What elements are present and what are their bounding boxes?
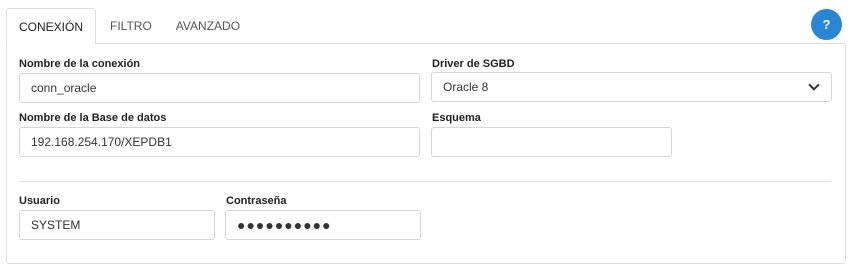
database-name-label: Nombre de la Base de datos [19, 112, 167, 124]
tab-filtro[interactable]: FILTRO [98, 8, 164, 44]
user-input[interactable]: SYSTEM [19, 210, 215, 240]
schema-label: Esquema [432, 112, 481, 124]
tab-conexion[interactable]: CONEXIÓN [6, 8, 97, 45]
driver-select[interactable]: Oracle 8 [431, 72, 832, 102]
password-label: Contraseña [226, 195, 287, 207]
database-name-input[interactable]: 192.168.254.170/XEPDB1 [19, 127, 420, 157]
section-divider [19, 181, 831, 182]
tab-bar: CONEXIÓN FILTRO AVANZADO [6, 8, 252, 45]
connection-name-label: Nombre de la conexión [19, 58, 141, 70]
connection-name-input[interactable]: conn_oracle [19, 73, 420, 103]
driver-selected-value: Oracle 8 [443, 80, 489, 94]
driver-label: Driver de SGBD [432, 58, 515, 70]
chevron-down-icon [808, 79, 820, 91]
user-label: Usuario [19, 195, 60, 207]
help-icon[interactable]: ? [811, 9, 842, 40]
schema-input[interactable] [431, 127, 672, 157]
password-input[interactable]: ●●●●●●●●●● [225, 210, 421, 240]
tab-avanzado[interactable]: AVANZADO [164, 8, 252, 44]
